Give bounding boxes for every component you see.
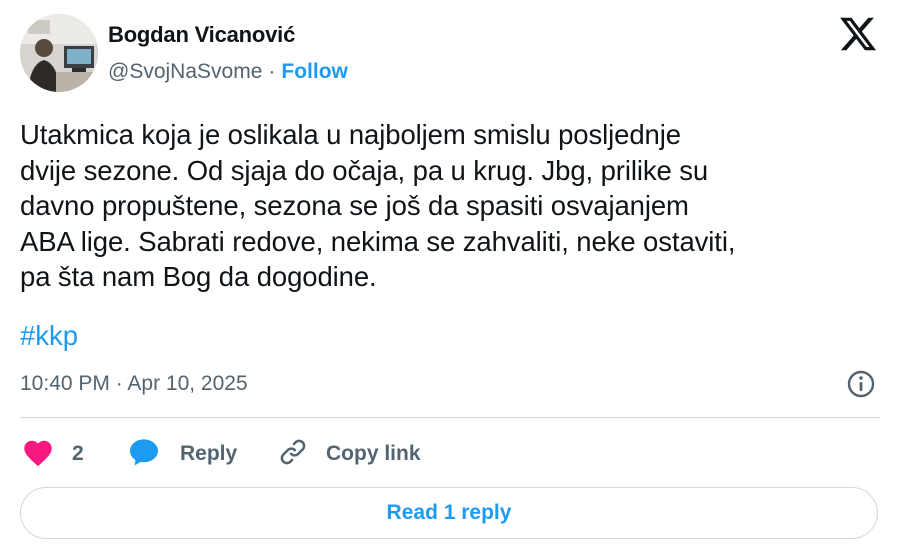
info-icon[interactable] bbox=[846, 369, 876, 399]
reply-label: Reply bbox=[180, 442, 238, 465]
tweet-text-line: Utakmica koja je oslikala u najboljem sm… bbox=[20, 119, 681, 150]
like-button[interactable]: 2 bbox=[22, 434, 84, 474]
author-handle-row: @SvojNaSvome · Follow bbox=[108, 60, 348, 84]
link-icon bbox=[278, 437, 308, 472]
like-count: 2 bbox=[72, 442, 84, 465]
author-name[interactable]: Bogdan Vicanović bbox=[108, 22, 295, 48]
tweet-timestamp[interactable]: 10:40 PM · Apr 10, 2025 bbox=[20, 372, 248, 396]
x-logo-icon[interactable] bbox=[838, 14, 878, 54]
tweet-text-line: dvije sezone. Od sjaja do očaja, pa u kr… bbox=[20, 154, 709, 186]
author-handle[interactable]: @SvojNaSvome bbox=[108, 60, 262, 83]
copy-link-label: Copy link bbox=[326, 442, 421, 465]
heart-icon bbox=[22, 437, 54, 472]
avatar[interactable] bbox=[20, 14, 98, 92]
hashtag-link[interactable]: #kkp bbox=[20, 318, 78, 354]
reply-button[interactable]: Reply bbox=[128, 434, 237, 474]
tweet-text-line: davno propuštene, sezona se još da spasi… bbox=[20, 190, 689, 221]
speech-bubble-icon bbox=[128, 437, 160, 472]
divider bbox=[20, 417, 880, 418]
tweet-text-line: pa šta nam Bog da dogodine. bbox=[20, 261, 377, 292]
follow-button[interactable]: Follow bbox=[281, 60, 348, 83]
handle-separator: · bbox=[268, 60, 276, 83]
tweet-text-line: ABA lige. Sabrati redove, nekima se zahv… bbox=[20, 225, 736, 257]
avatar-image bbox=[20, 14, 98, 92]
copy-link-button[interactable]: Copy link bbox=[278, 434, 421, 474]
tweet-embed: Bogdan Vicanović @SvojNaSvome · Follow Uta… bbox=[0, 0, 900, 553]
tweet-text: Utakmica koja je oslikala u najboljem sm… bbox=[20, 117, 882, 295]
read-replies-button[interactable]: Read 1 reply bbox=[20, 487, 878, 539]
